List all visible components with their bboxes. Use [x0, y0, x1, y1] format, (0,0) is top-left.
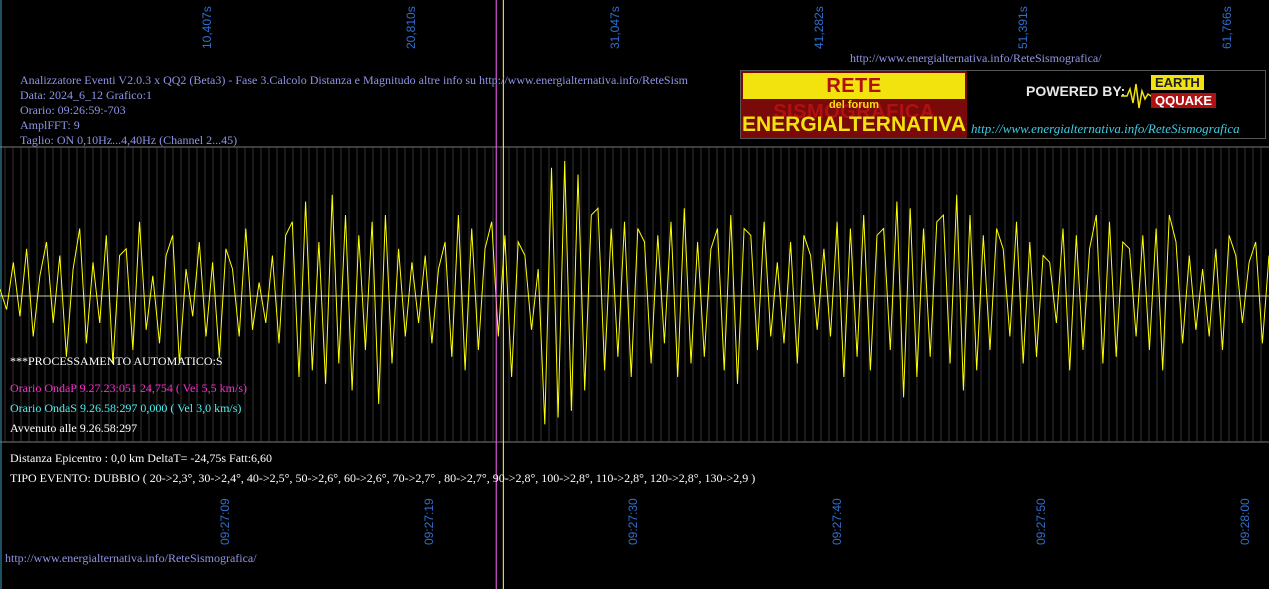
time-line: Orario: 09:26:59:-703 [20, 103, 126, 117]
avvenuto-line: Avvenuto alle 9.26.58:297 [10, 421, 138, 435]
logo-rete-text: RETE SISMOGRAFICA [743, 73, 965, 123]
top-tick-label: 20,810s [404, 6, 418, 49]
logo-earth-text: EARTH [1151, 75, 1204, 90]
date-line: Data: 2024_6_12 Grafico:1 [20, 88, 152, 102]
rete-sismografica-logo: RETE SISMOGRAFICA del forum ENERGIALTERN… [740, 70, 1266, 139]
top-tick-label: 61,766s [1220, 6, 1234, 49]
onda-p-line: Orario OndaP 9.27.23:051 24,754 ( Vel 5,… [10, 381, 247, 395]
seismograph-screen: http://www.energialternativa.info/ReteSi… [0, 0, 1269, 589]
logo-powered-text: POWERED BY: [1026, 83, 1126, 99]
onda-s-line: Orario OndaS 9.26.58:297 0,000 ( Vel 3,0… [10, 401, 242, 415]
logo-url[interactable]: http://www.energialternativa.info/ReteSi… [971, 121, 1240, 137]
tipo-evento-line: TIPO EVENTO: DUBBIO ( 20->2,3°, 30->2,4°… [10, 471, 756, 485]
filter-line: Taglio: ON 0,10Hz...4,40Hz (Channel 2...… [20, 133, 238, 147]
grid-lines [4, 147, 1262, 442]
bottom-tick-label: 09:27:50 [1034, 498, 1048, 545]
top-tick-label: 10,407s [200, 6, 214, 49]
logo-energ-text: ENERGIALTERNATIVA [742, 113, 966, 136]
processing-header: ***PROCESSAMENTO AUTOMATICO:S [10, 354, 223, 368]
distanza-line: Distanza Epicentro : 0,0 km DeltaT= -24,… [10, 451, 273, 465]
logo-left-panel: RETE SISMOGRAFICA del forum ENERGIALTERN… [741, 71, 967, 138]
top-tick-label: 31,047s [608, 6, 622, 49]
top-tick-label: 41,282s [812, 6, 826, 49]
bottom-tick-label: 09:27:09 [218, 498, 232, 545]
logo-qquake-text: QQUAKE [1151, 93, 1217, 108]
footer-url[interactable]: http://www.energialternativa.info/ReteSi… [5, 551, 257, 565]
bottom-tick-label: 09:27:19 [422, 498, 436, 545]
top-tick-label: 51,391s [1016, 6, 1030, 49]
ampl-line: AmplFFT: 9 [20, 118, 80, 132]
logo-forum-text: del forum [828, 99, 880, 111]
phase-markers [495, 0, 504, 589]
bottom-tick-label: 09:27:30 [626, 498, 640, 545]
bottom-tick-label: 09:27:40 [830, 498, 844, 545]
bottom-tick-label: 09:28:00 [1238, 498, 1252, 545]
title-line: Analizzatore Eventi V2.0.3 x QQ2 (Beta3)… [20, 73, 688, 87]
top-url[interactable]: http://www.energialternativa.info/ReteSi… [850, 51, 1102, 65]
